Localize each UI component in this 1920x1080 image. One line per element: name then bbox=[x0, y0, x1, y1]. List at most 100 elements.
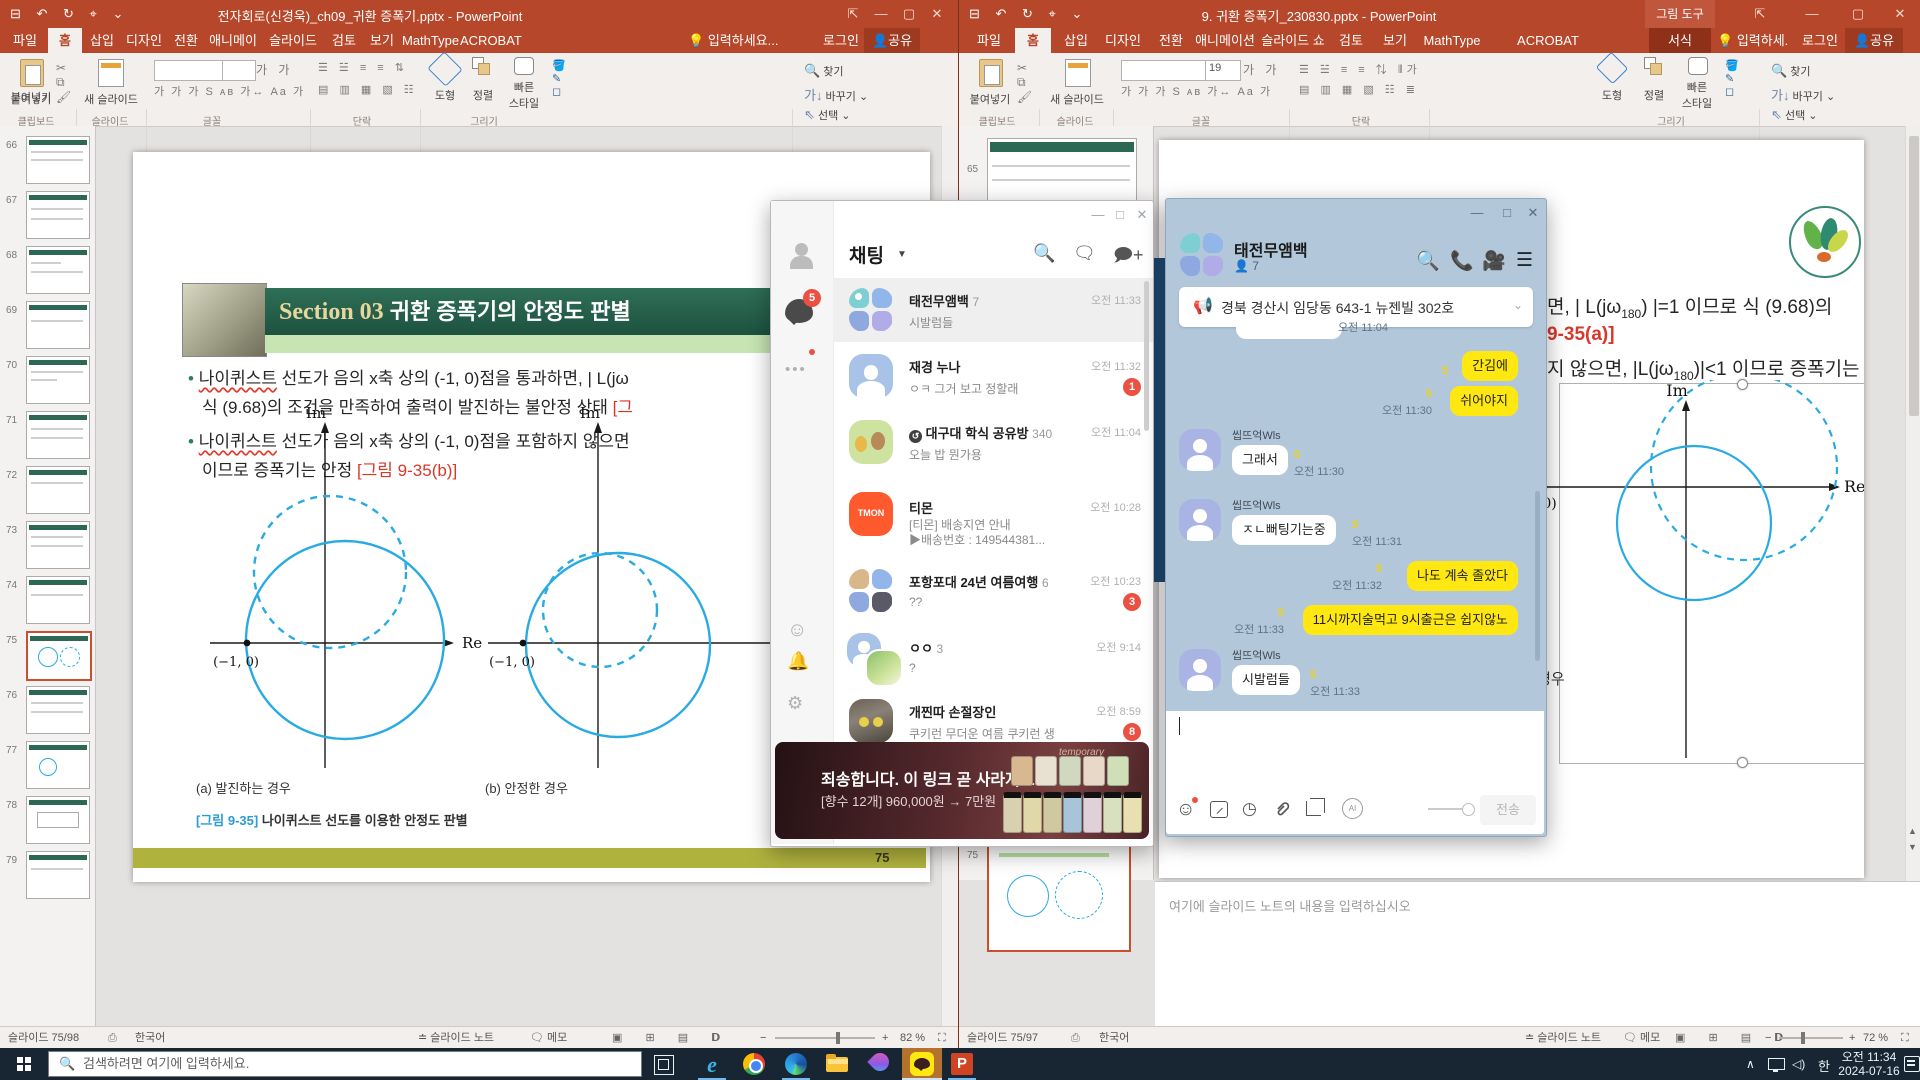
tab-design[interactable]: 디자인 bbox=[1099, 28, 1147, 53]
zoom-in-button[interactable]: + bbox=[882, 1027, 888, 1049]
bubble-size-slider-handle[interactable] bbox=[1462, 803, 1475, 816]
ad-banner[interactable]: 죄송합니다. 이 링크 곧 사라져요. [향수 12개] 960,000원 → … bbox=[775, 742, 1149, 839]
font-style-icons[interactable]: 가 가 가 S ᴀʙ 가↔ Aa 가 bbox=[154, 83, 305, 99]
minimize-button[interactable]: — bbox=[1466, 205, 1488, 220]
tab-review[interactable]: 검토 bbox=[1331, 28, 1371, 53]
sender-avatar[interactable] bbox=[1179, 429, 1221, 471]
fill-outline-effects-icons[interactable]: 🪣✎◻ bbox=[552, 59, 566, 98]
reminder-button[interactable]: ◷ bbox=[1242, 799, 1257, 819]
tab-view[interactable]: 보기 bbox=[364, 28, 400, 53]
slide-thumbnail[interactable] bbox=[26, 136, 90, 184]
maximize-button[interactable]: ▢ bbox=[894, 0, 924, 28]
close-button[interactable]: ✕ bbox=[922, 0, 952, 28]
tab-mathtype[interactable]: MathType bbox=[1419, 28, 1485, 53]
tab-picture-format[interactable]: 서식 bbox=[1649, 28, 1711, 53]
zoom-out-button[interactable]: − bbox=[760, 1027, 766, 1049]
tab-review[interactable]: 검토 bbox=[326, 28, 362, 53]
slide-thumbnail[interactable] bbox=[26, 686, 90, 734]
paint3d-icon[interactable] bbox=[868, 1052, 892, 1076]
ribbon-options-button[interactable]: ⇱ bbox=[1745, 0, 1775, 28]
tab-home[interactable]: 홈 bbox=[48, 28, 82, 53]
tab-file[interactable]: 파일 bbox=[4, 28, 46, 53]
sender-avatar[interactable] bbox=[1179, 499, 1221, 541]
zoom-slider[interactable] bbox=[775, 1037, 875, 1039]
tab-mathtype[interactable]: MathType bbox=[402, 28, 458, 53]
attach-file-button[interactable] bbox=[1274, 800, 1292, 818]
cut-copy-painter-icons[interactable]: ✂⧉🖌 bbox=[56, 61, 70, 104]
task-view-button[interactable] bbox=[654, 1055, 674, 1075]
zoom-slider-handle[interactable] bbox=[836, 1032, 840, 1044]
slide-thumbnail[interactable] bbox=[26, 246, 90, 294]
selection-handle[interactable] bbox=[1737, 757, 1748, 768]
font-style-icons[interactable]: 가 가 가 S ᴀʙ 가↔ Aa 가 bbox=[1121, 83, 1272, 99]
room-search-icon[interactable]: 🔍 bbox=[1416, 249, 1440, 273]
previous-slide-button[interactable]: ▲ bbox=[1908, 826, 1917, 836]
voice-call-icon[interactable]: 📞 bbox=[1450, 249, 1474, 273]
ribbon-options-button[interactable]: ⇱ bbox=[838, 0, 868, 28]
select-button[interactable]: ⇖ 선택 ⌄ bbox=[804, 107, 851, 123]
select-button[interactable]: ⇖ 선택 ⌄ bbox=[1771, 107, 1818, 123]
open-chat-icon[interactable]: 🗨 bbox=[1073, 243, 1096, 264]
signin-link[interactable]: 로그인 bbox=[820, 28, 862, 53]
spellcheck-icon[interactable]: ⎙ bbox=[1071, 1027, 1080, 1049]
next-slide-button[interactable]: ▼ bbox=[1908, 842, 1917, 852]
edge-icon[interactable] bbox=[784, 1052, 808, 1076]
font-size-combobox[interactable] bbox=[222, 60, 256, 81]
slide-thumbnail[interactable] bbox=[26, 301, 90, 349]
chat-item-tmon[interactable]: TMON 티몬 [티몬] 배송지연 안내 ▶배송번호 : 149544381..… bbox=[833, 476, 1153, 556]
font-grow-shrink-icons[interactable]: 가 가 bbox=[1243, 61, 1280, 78]
slide-thumbnail-current[interactable] bbox=[987, 843, 1131, 952]
cut-copy-painter-icons[interactable]: ✂⧉🖌 bbox=[1017, 61, 1031, 104]
powerpoint-icon[interactable]: P bbox=[950, 1052, 974, 1076]
zoom-percent[interactable]: 82 % bbox=[900, 1027, 925, 1049]
slide-thumbnail[interactable] bbox=[26, 356, 90, 404]
slide-thumbnail[interactable] bbox=[26, 576, 90, 624]
search-icon[interactable]: 🔍 bbox=[1033, 243, 1055, 264]
maximize-button[interactable]: ▢ bbox=[1843, 0, 1873, 28]
quick-access-toolbar[interactable]: ⊟ ↶ ↻ ⌖ ⌄ bbox=[969, 6, 1088, 22]
notes-toggle[interactable]: ≐ 슬라이드 노트 bbox=[418, 1027, 494, 1049]
chat-item-oo[interactable]: ㅇㅇ 3 ? 오전 9:14 bbox=[833, 625, 1153, 689]
language-indicator[interactable]: 한국어 bbox=[1099, 1027, 1129, 1049]
start-button[interactable] bbox=[0, 1048, 48, 1080]
calendar-button[interactable] bbox=[1210, 801, 1228, 818]
slide-thumbnail-current[interactable] bbox=[26, 631, 92, 681]
close-button[interactable]: ✕ bbox=[1131, 207, 1153, 223]
zoom-slider[interactable] bbox=[1779, 1037, 1843, 1039]
find-button[interactable]: 🔍 찾기 bbox=[1771, 63, 1811, 79]
replace-button[interactable]: 가↓ 바꾸기 ⌄ bbox=[804, 85, 868, 104]
replace-button[interactable]: 가↓ 바꾸기 ⌄ bbox=[1771, 85, 1835, 104]
new-chat-icon[interactable]: 🗩+ bbox=[1113, 243, 1144, 273]
notes-toggle[interactable]: ≐ 슬라이드 노트 bbox=[1525, 1027, 1601, 1049]
zoom-percent[interactable]: 72 % bbox=[1863, 1027, 1888, 1049]
minimize-button[interactable]: — bbox=[1797, 0, 1827, 28]
chat-item-daegu-cafeteria[interactable]: ↺ 대구대 학식 공유방 340 오늘 밥 뭔가용 오전 11:04 bbox=[833, 410, 1153, 474]
view-buttons[interactable]: ▣ ⊞ ▤ 𝗗 bbox=[612, 1027, 730, 1049]
emoticon-icon[interactable]: ☺ bbox=[787, 619, 807, 642]
friends-icon[interactable] bbox=[787, 243, 815, 271]
maximize-button[interactable]: □ bbox=[1109, 207, 1131, 222]
chats-title-caret[interactable]: ▼ bbox=[897, 249, 907, 260]
view-buttons[interactable]: ▣ ⊞ ▤ 𝗗 bbox=[1675, 1027, 1793, 1049]
sender-avatar[interactable] bbox=[1179, 649, 1221, 691]
chrome-icon[interactable] bbox=[742, 1052, 766, 1076]
comments-toggle[interactable]: 🗨 메모 bbox=[530, 1027, 567, 1049]
slide-thumbnail[interactable] bbox=[26, 521, 90, 569]
quick-access-toolbar[interactable]: ⊟ ↶ ↻ ⌖ ⌄ bbox=[10, 6, 129, 22]
slide-thumbnail[interactable] bbox=[26, 741, 90, 789]
list-indent-icons[interactable]: ☰ ☱ ≡ ≡ ⇅ bbox=[318, 61, 408, 74]
maximize-button[interactable]: □ bbox=[1496, 205, 1518, 220]
close-button[interactable]: ✕ bbox=[1522, 205, 1544, 221]
taskbar-search-box[interactable]: 🔍 검색하려면 여기에 입력하세요. bbox=[48, 1051, 642, 1077]
file-explorer-icon[interactable] bbox=[826, 1054, 850, 1078]
notes-pane[interactable]: 여기에 슬라이드 노트의 내용을 입력하십시오 bbox=[1155, 881, 1920, 1027]
ai-button[interactable]: AI bbox=[1342, 798, 1363, 819]
minimize-button[interactable]: — bbox=[1087, 207, 1109, 222]
tab-transitions[interactable]: 전환 bbox=[1151, 28, 1191, 53]
tellme-box[interactable]: 💡 입력하세요... bbox=[688, 28, 818, 53]
tab-design[interactable]: 디자인 bbox=[122, 28, 166, 53]
tray-show-hidden-icons[interactable]: ∧ bbox=[1746, 1057, 1755, 1071]
tab-acrobat[interactable]: ACROBAT bbox=[1517, 28, 1579, 53]
tab-slideshow[interactable]: 슬라이드 쇼 bbox=[1259, 28, 1327, 53]
capture-button[interactable] bbox=[1306, 801, 1321, 816]
